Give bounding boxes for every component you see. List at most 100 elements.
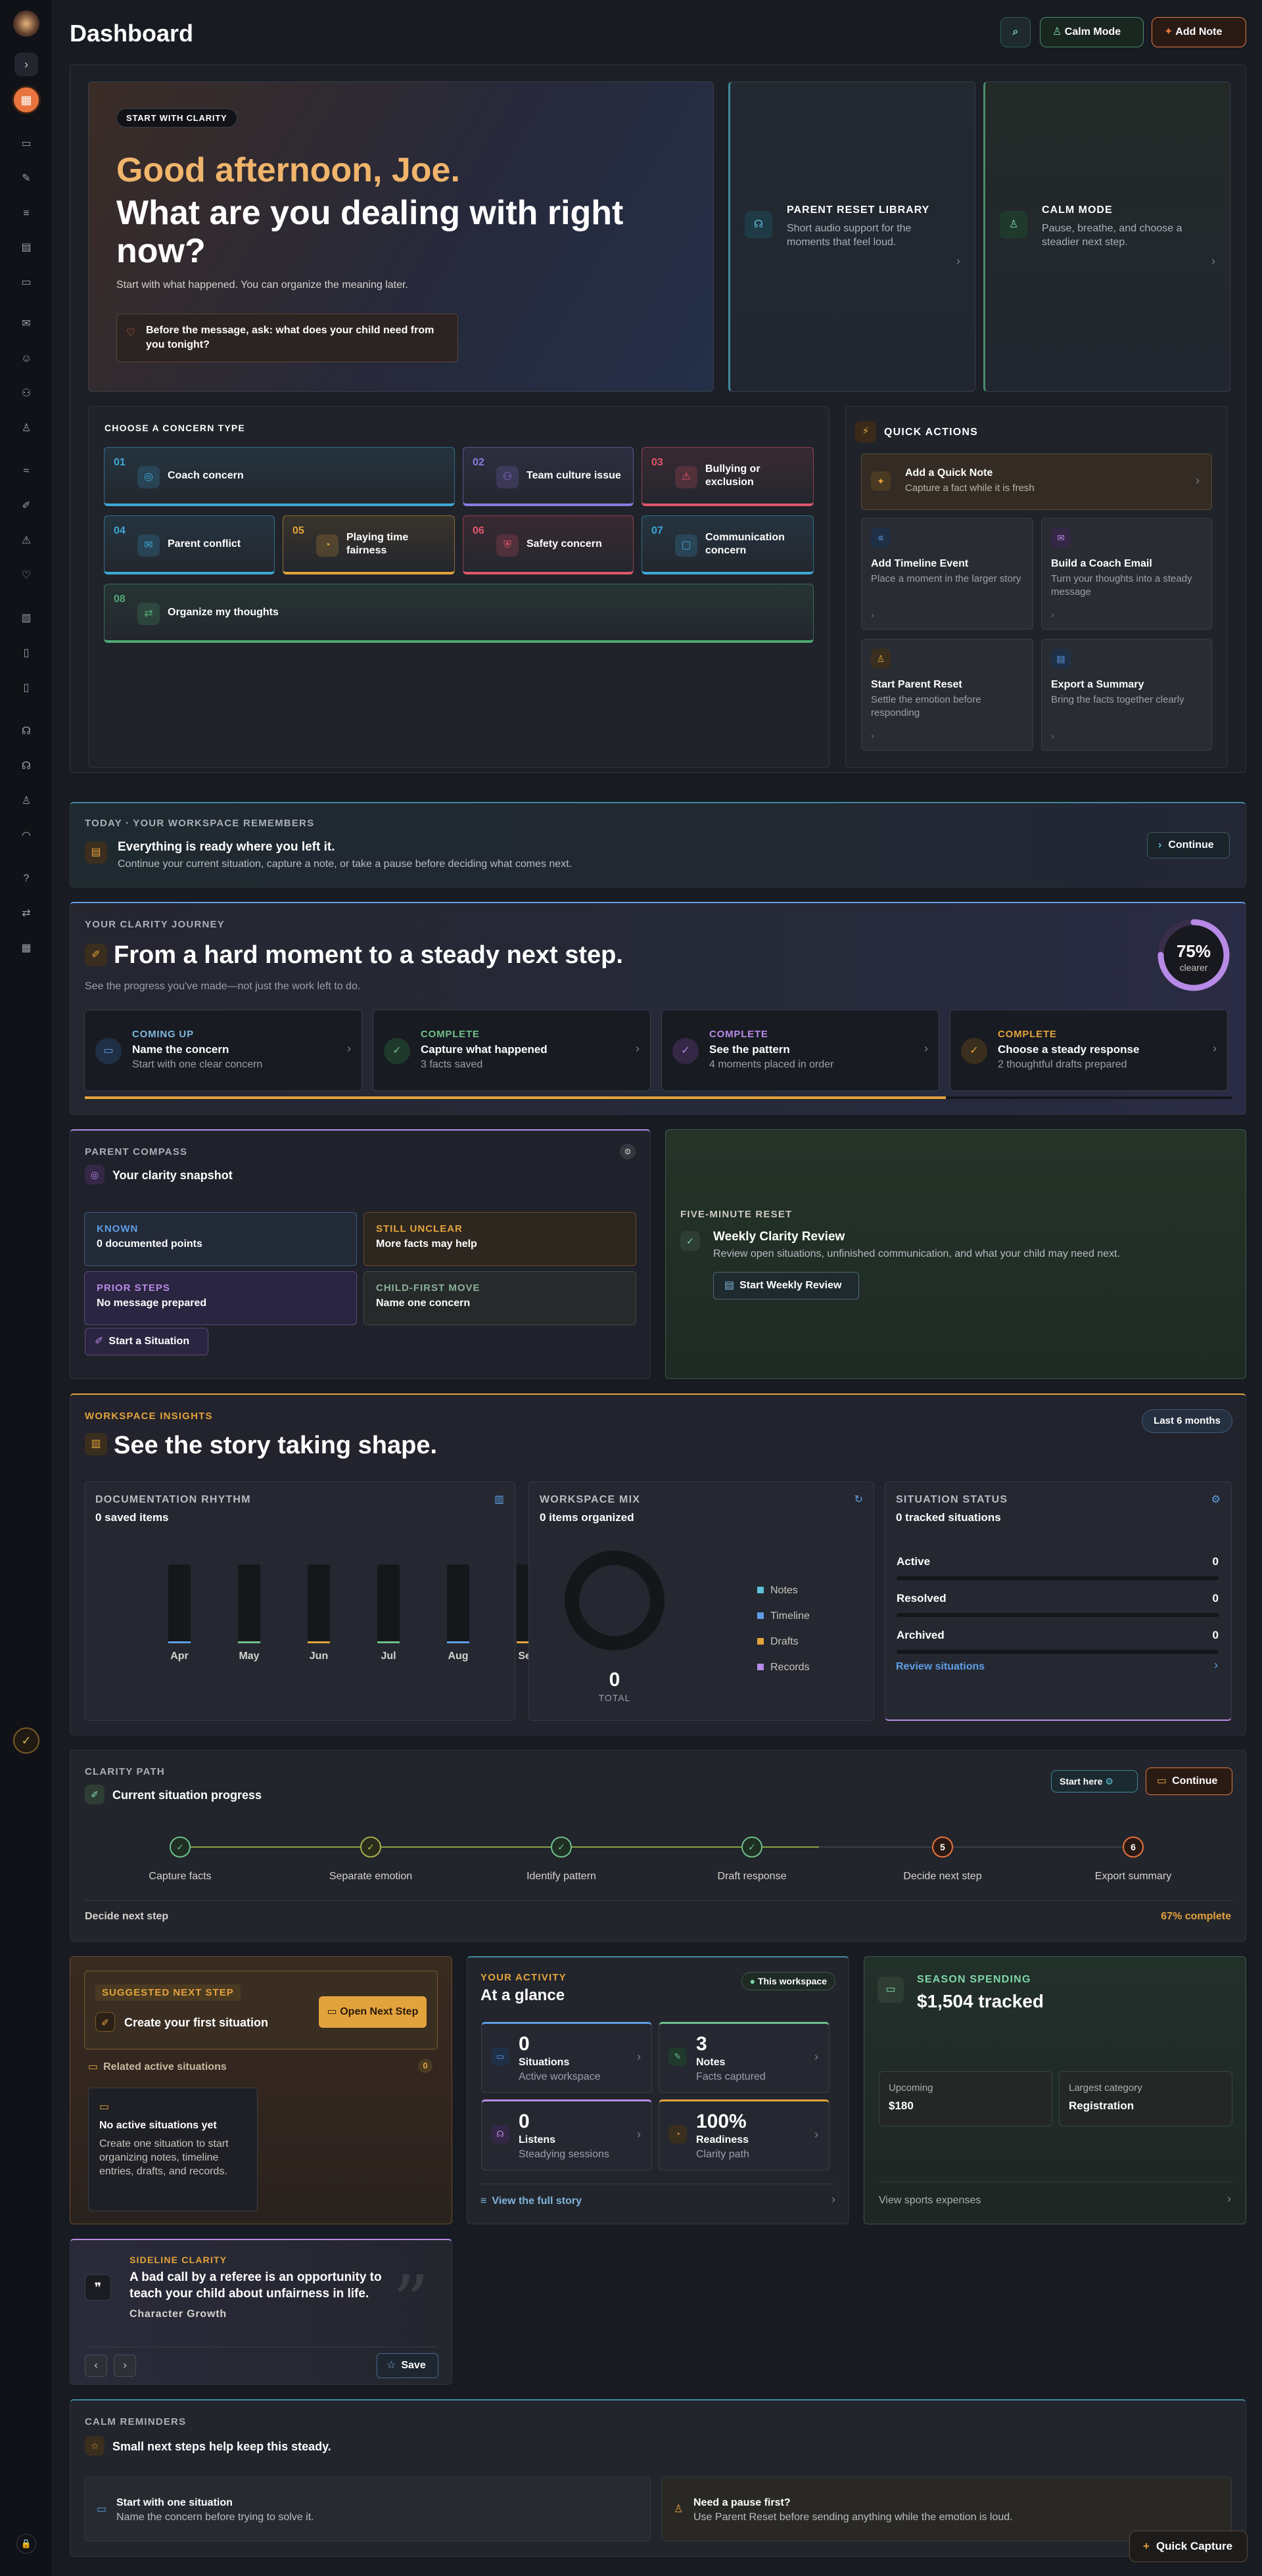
concern-parent-conflict[interactable]: 04 ✉ Parent conflict — [104, 515, 275, 574]
nav-calendar-icon[interactable]: ▤ — [16, 238, 36, 258]
journey-step-3[interactable]: ✓ COMPLETE See the pattern 4 moments placed… — [661, 1010, 939, 1091]
nav-grid-icon[interactable]: ▦ — [16, 939, 36, 958]
nav-team-icon[interactable]: ⚇ — [16, 384, 36, 404]
path-step-5[interactable]: 5 — [932, 1837, 953, 1858]
nav-figure-icon[interactable]: ♙ — [16, 419, 36, 438]
path-step-2[interactable]: ✓ — [360, 1837, 381, 1858]
nav-help-icon[interactable]: ? — [16, 869, 36, 889]
concern-bullying[interactable]: 03 ⚠ Bullying or exclusion — [642, 447, 814, 506]
chevron-right-icon: › — [814, 2128, 818, 2141]
compass-known: KNOWN 0 documented points — [84, 1212, 357, 1266]
nav-person-icon[interactable]: ☺ — [16, 349, 36, 369]
upcoming-card: Upcoming $180 — [879, 2071, 1052, 2126]
check-circle-icon[interactable]: ✓ — [13, 1727, 39, 1754]
figure-icon: ♙ — [1000, 211, 1027, 239]
add-note-button[interactable]: ✦ Add Note — [1152, 17, 1246, 47]
lock-icon[interactable]: 🔒 — [16, 2534, 36, 2554]
view-full-story-link[interactable]: ≡ View the full story — [480, 2195, 582, 2207]
nav-list-icon[interactable]: ≡ — [16, 204, 36, 223]
quote-mark-decor: ” — [392, 2260, 429, 2344]
bar-label-may: May — [239, 1651, 259, 1662]
list-icon: ≡ — [480, 2195, 487, 2207]
nav-alert-icon[interactable]: ⚠ — [16, 531, 36, 551]
nav-toggle-icon[interactable]: ⇄ — [16, 904, 36, 924]
concern-playing-time[interactable]: 05 ◔ Playing time fairness — [283, 515, 455, 574]
concern-team-culture[interactable]: 02 ⚇ Team culture issue — [463, 447, 634, 506]
path-step-6[interactable]: 6 — [1123, 1837, 1144, 1858]
compass-icon: ◎ — [85, 1165, 105, 1184]
nav-doc-icon[interactable]: ▥ — [16, 609, 36, 628]
build-coach-email-action[interactable]: ✉ Build a Coach Email Turn your thoughts… — [1041, 518, 1212, 630]
date-range-pill[interactable]: Last 6 months — [1142, 1409, 1232, 1433]
bar-track-jun — [308, 1564, 330, 1643]
add-timeline-event-action[interactable]: ≡ Add Timeline Event Place a moment in t… — [861, 518, 1033, 630]
nav-pen-icon[interactable]: ✐ — [16, 496, 36, 516]
previous-quote-button[interactable]: ‹ — [85, 2354, 107, 2377]
chevron-right-icon: › — [831, 2193, 835, 2206]
parent-reset-library-card[interactable]: ☊ PARENT RESET LIBRARY Short audio suppo… — [728, 82, 975, 392]
nav-headphones2-icon[interactable]: ☊ — [16, 757, 36, 776]
card-icon: ▭ — [877, 1977, 904, 2003]
start-parent-reset-action[interactable]: ♙ Start Parent Reset Settle the emotion … — [861, 639, 1033, 751]
path-step-4[interactable]: ✓ — [741, 1837, 762, 1858]
figure-icon: ♙ — [1052, 26, 1062, 37]
concern-safety[interactable]: 06 ⛨ Safety concern — [463, 515, 634, 574]
activity-situations[interactable]: ▭ 0 Situations Active workspace › — [481, 2022, 652, 2093]
open-next-step-button[interactable]: ▭ Open Next Step — [319, 1996, 427, 2028]
save-quote-button[interactable]: ☆ Save — [377, 2353, 438, 2378]
nav-dashboard-icon[interactable]: ▦ — [12, 85, 41, 114]
expand-sidebar-button[interactable]: › — [14, 53, 38, 76]
journey-step-1[interactable]: ▭ COMING UP Name the concern Start with one… — [84, 1010, 362, 1091]
activity-readiness[interactable]: ◔ 100% Readiness Clarity path › — [659, 2099, 830, 2170]
view-sports-expenses-link[interactable]: View sports expenses — [879, 2195, 981, 2207]
chevron-right-icon: › — [1158, 839, 1162, 851]
nav-heart-icon[interactable]: ♡ — [16, 566, 36, 586]
start-weekly-review-button[interactable]: ▤ Start Weekly Review — [713, 1272, 859, 1300]
bar-may — [238, 1641, 260, 1643]
concern-coach[interactable]: 01 ◎ Coach concern — [104, 447, 455, 506]
start-here-button[interactable]: Start here ⚙ — [1051, 1770, 1138, 1792]
activity-listens[interactable]: ☊ 0 Listens Steadying sessions › — [481, 2099, 652, 2170]
chat-icon: ▢ — [675, 534, 697, 557]
quick-note-action[interactable]: ✦ Add a Quick Note Capture a fact while … — [861, 454, 1212, 510]
nav-notes-icon[interactable]: ✎ — [16, 169, 36, 189]
nav-figure2-icon[interactable]: ♙ — [16, 791, 36, 811]
nav-file-icon[interactable]: ▯ — [16, 644, 36, 663]
path-step-3[interactable]: ✓ — [551, 1837, 572, 1858]
calm-mode-button[interactable]: ♙ Calm Mode — [1040, 17, 1144, 47]
journey-step-2[interactable]: ✓ COMPLETE Capture what happened 3 facts sa… — [373, 1010, 651, 1091]
next-quote-button[interactable]: › — [114, 2354, 136, 2377]
journey-step-4[interactable]: ✓ COMPLETE Choose a steady response 2 thoug… — [950, 1010, 1228, 1091]
settings-icon[interactable]: ⚙ — [620, 1144, 636, 1159]
nav-card-icon[interactable]: ▭ — [16, 273, 36, 293]
nav-rss-icon[interactable]: ◠ — [16, 826, 36, 846]
export-summary-action[interactable]: ▤ Export a Summary Bring the facts toget… — [1041, 639, 1212, 751]
search-icon: ⌕ — [1012, 26, 1019, 37]
nav-file2-icon[interactable]: ▯ — [16, 678, 36, 698]
activity-notes[interactable]: ✎ 3 Notes Facts captured › — [659, 2022, 830, 2093]
nav-mail-icon[interactable]: ✉ — [16, 314, 36, 334]
path-step-1[interactable]: ✓ — [170, 1837, 191, 1858]
path-continue-button[interactable]: ▭ Continue — [1146, 1768, 1232, 1795]
app-logo[interactable] — [13, 11, 39, 37]
check-icon: ✓ — [672, 1038, 699, 1064]
concern-organize[interactable]: 08 ⇄ Organize my thoughts — [104, 584, 814, 643]
search-button[interactable]: ⌕ — [1000, 17, 1031, 47]
clarity-percent-label: clearer — [1179, 962, 1208, 973]
nav-headphones-icon[interactable]: ☊ — [16, 722, 36, 741]
status-active: Active 0 — [897, 1555, 1219, 1580]
review-situations-link[interactable]: Review situations — [896, 1661, 985, 1673]
nav-wave-icon[interactable]: ≈ — [16, 461, 36, 481]
season-spending-panel: ▭ SEASON SPENDING $1,504 tracked Upcomin… — [864, 1956, 1246, 2224]
suggested-next-step-card: SUGGESTED NEXT STEP ✐ Create your first … — [84, 1971, 438, 2049]
bolt-icon: ⚡ — [855, 421, 876, 442]
nav-folder-icon[interactable]: ▭ — [16, 134, 36, 154]
calm-mode-card[interactable]: ♙ CALM MODE Pause, breathe, and choose a… — [983, 82, 1230, 392]
quick-capture-button[interactable]: + Quick Capture — [1129, 2531, 1248, 2562]
team-icon: ⚇ — [496, 466, 519, 488]
today-desc: Continue your current situation, capture… — [118, 858, 573, 870]
sparkle-icon: ✦ — [1164, 26, 1173, 37]
continue-button[interactable]: › Continue — [1147, 832, 1230, 858]
concern-communication[interactable]: 07 ▢ Communication concern — [642, 515, 814, 574]
start-situation-button[interactable]: ✐ Start a Situation — [85, 1328, 208, 1355]
